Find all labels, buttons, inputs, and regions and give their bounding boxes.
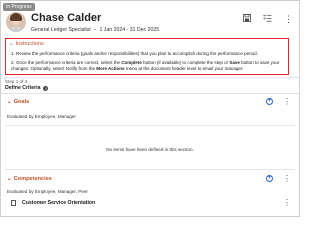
employee-role: General Ledger Specialist <box>31 27 91 33</box>
divider <box>1 77 299 78</box>
instructions-panel: ⌄ Instructions 1. Review the performance… <box>5 38 289 75</box>
separator: • <box>94 27 96 33</box>
goals-section-header[interactable]: ⌄ Goals <box>7 99 29 105</box>
competencies-actions: + ⋮ <box>266 175 291 183</box>
header-actions: ⋮ <box>243 14 293 24</box>
more-vertical-icon[interactable]: ⋮ <box>283 198 291 207</box>
instruction-item-2: 2. Once the performance criteria are cor… <box>11 60 280 71</box>
more-vertical-icon[interactable]: ⋮ <box>284 14 293 24</box>
competencies-evaluated-by: Evaluated by Employee, Manager, Peer <box>7 189 88 194</box>
step-indicator: Step 1 of 4 <box>5 79 28 84</box>
chevron-down-icon: ⌄ <box>7 99 12 105</box>
employee-name: Chase Calder <box>31 12 102 24</box>
step-title: Define Criteria i <box>5 85 49 91</box>
goals-actions: + ⋮ <box>266 98 291 106</box>
divider <box>1 93 299 94</box>
goals-evaluated-by: Evaluated by Employee, Manager <box>7 114 76 119</box>
document-header: In Progress Chase Calder General Ledger … <box>1 1 299 37</box>
list-item[interactable]: Customer Service Orientation <box>11 200 95 206</box>
more-vertical-icon[interactable]: ⋮ <box>283 175 291 183</box>
chevron-down-icon: ⌄ <box>9 41 14 47</box>
empty-message: No items have been defined in this secti… <box>106 147 194 152</box>
info-icon[interactable]: i <box>43 85 49 91</box>
instruction-item-1: 1. Review the performance criteria (goal… <box>11 51 258 56</box>
instructions-header[interactable]: ⌄ Instructions <box>9 41 44 47</box>
review-period: 1 Jan 2024 - 31 Dec 2025 <box>99 27 160 33</box>
add-goal-icon[interactable]: + <box>266 98 273 105</box>
add-competency-icon[interactable]: + <box>266 175 273 182</box>
instructions-title: Instructions <box>15 41 44 47</box>
chevron-down-icon: ⌄ <box>7 176 12 182</box>
performance-document: In Progress Chase Calder General Ledger … <box>0 0 300 217</box>
more-vertical-icon[interactable]: ⋮ <box>283 98 291 106</box>
checklist-icon[interactable] <box>263 14 272 24</box>
document-icon <box>11 200 16 206</box>
avatar <box>6 12 26 32</box>
competency-label: Customer Service Orientation <box>22 200 96 206</box>
employee-subtitle: General Ledger Specialist • 1 Jan 2024 -… <box>31 27 159 33</box>
competencies-section-header[interactable]: ⌄ Competencies <box>7 176 52 182</box>
save-icon[interactable] <box>243 14 251 24</box>
status-badge: In Progress <box>3 3 35 11</box>
